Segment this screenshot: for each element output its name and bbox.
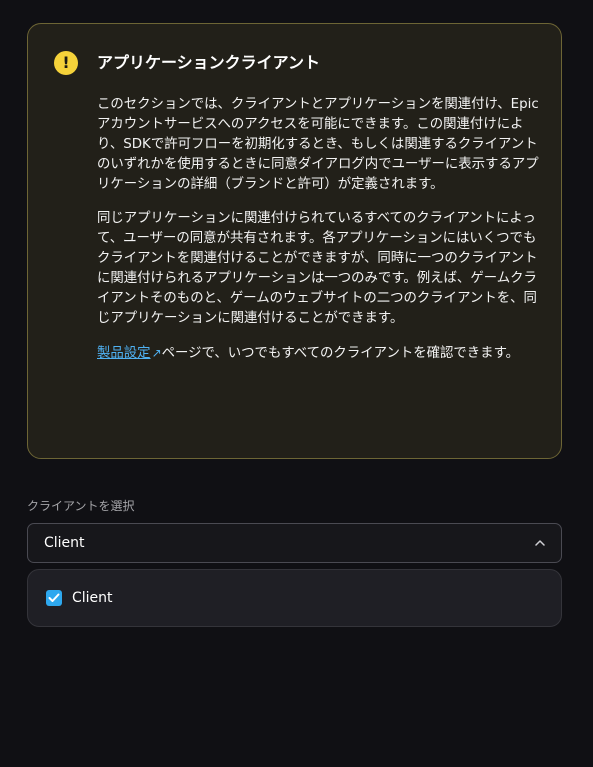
link-label[interactable]: 製品設定 xyxy=(97,346,151,361)
product-settings-link[interactable]: 製品設定↗ xyxy=(97,346,162,361)
checkmark-icon xyxy=(48,593,60,602)
page: ! アプリケーションクライアント このセクションでは、クライアントとアプリケーシ… xyxy=(0,0,593,767)
info-callout: ! アプリケーションクライアント このセクションでは、クライアントとアプリケーシ… xyxy=(27,23,562,459)
client-select-label: クライアントを選択 xyxy=(27,499,135,513)
warning-icon: ! xyxy=(54,51,78,75)
callout-body: このセクションでは、クライアントとアプリケーションを関連付け、Epicアカウント… xyxy=(97,95,540,364)
callout-paragraph: このセクションでは、クライアントとアプリケーションを関連付け、Epicアカウント… xyxy=(97,97,539,192)
client-select-dropdown: Client xyxy=(27,569,562,627)
external-link-icon[interactable]: ↗ xyxy=(152,343,162,363)
option-checkbox[interactable] xyxy=(46,590,62,606)
dropdown-option[interactable]: Client xyxy=(46,588,113,608)
callout-title: アプリケーションクライアント xyxy=(97,53,321,72)
client-select[interactable]: Client xyxy=(27,523,562,563)
callout-paragraph: 同じアプリケーションに関連付けられているすべてのクライアントによって、ユーザーの… xyxy=(97,211,538,326)
client-select-value[interactable]: Client xyxy=(44,524,85,562)
callout-paragraph: 製品設定↗ページで、いつでもすべてのクライアントを確認できます。 xyxy=(97,343,540,364)
chevron-up-icon[interactable] xyxy=(535,539,545,546)
link-suffix-text: ページで、いつでもすべてのクライアントを確認できます。 xyxy=(161,346,520,361)
option-label[interactable]: Client xyxy=(72,588,113,608)
